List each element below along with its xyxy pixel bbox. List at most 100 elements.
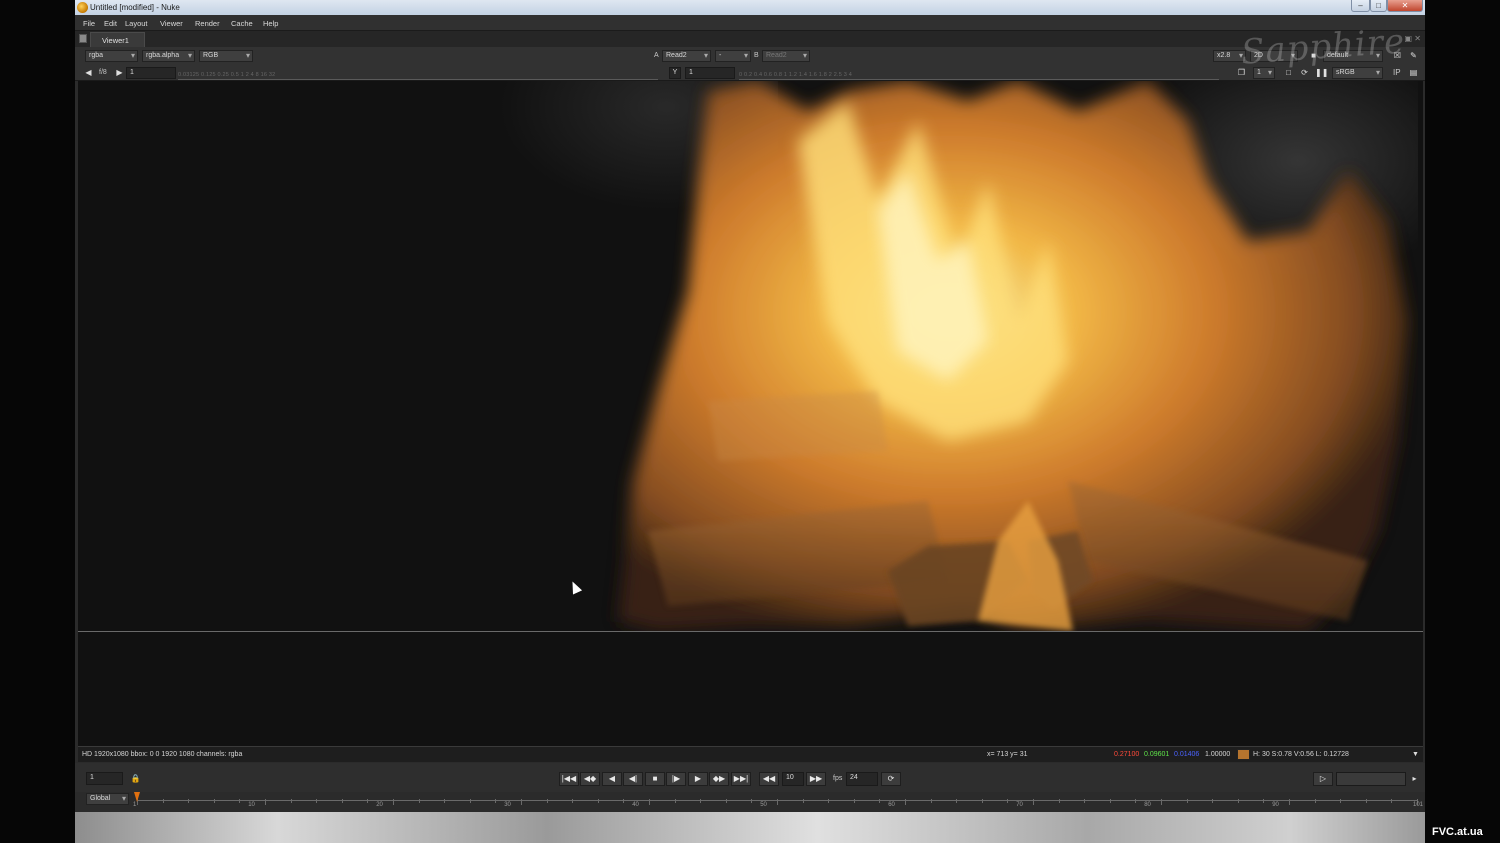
timeline-tick (1314, 799, 1316, 803)
timeline-tick (341, 799, 343, 803)
maximize-button[interactable]: □ (1370, 0, 1387, 12)
tab-viewer1[interactable]: Viewer1 (90, 32, 145, 47)
pixel-alpha-value: 1.00000 (1205, 751, 1231, 758)
info-expand-icon[interactable]: ▼ (1412, 751, 1419, 758)
input-b-label: B (754, 52, 759, 59)
pane-menu-icon[interactable] (79, 34, 87, 43)
skip-back-button[interactable]: ◀◀ (759, 772, 779, 786)
playback-range-field[interactable] (1336, 772, 1406, 786)
gamma-field[interactable]: 1 (685, 67, 735, 79)
flipbook-button[interactable]: ▷ (1313, 772, 1333, 786)
timeline-tick (700, 799, 702, 803)
menu-layout[interactable]: Layout (125, 19, 148, 28)
timeline-tick (597, 799, 599, 803)
menu-viewer[interactable]: Viewer (160, 19, 183, 28)
timeline-tick (1135, 799, 1137, 803)
next-keyframe-button[interactable]: ◆▶ (709, 772, 729, 786)
fire-render-image (618, 81, 1408, 631)
gain-field[interactable]: 1 (126, 67, 176, 79)
input-a-dropdown[interactable]: Read2 (662, 50, 711, 62)
last-frame-button[interactable]: ▶▶| (731, 772, 751, 786)
input-process-toggle[interactable]: IP (1393, 68, 1401, 77)
loop-mode-button[interactable]: ⟳ (881, 772, 901, 786)
pixel-hsvl-values: H: 30 S:0.78 V:0.56 L: 0.12728 (1253, 751, 1349, 758)
timeline-tick (572, 799, 574, 803)
timeline[interactable]: Global 1 10 20 30 40 50 60 70 80 90 101 (75, 792, 1425, 812)
menu-help[interactable]: Help (263, 19, 278, 28)
play-backward-button[interactable]: ◀| (623, 772, 643, 786)
timeline-tick (1161, 799, 1162, 805)
timeline-tick (290, 799, 292, 803)
menu-render[interactable]: Render (195, 19, 220, 28)
display-channels-dropdown[interactable]: RGB (199, 50, 253, 62)
next-frame-button[interactable]: ▶ (688, 772, 708, 786)
input-b-dropdown[interactable]: Read2 (762, 50, 810, 62)
fps-field[interactable]: 24 (846, 772, 878, 786)
frame-range-dropdown[interactable]: Global (86, 793, 129, 805)
refresh-icon[interactable]: ⟳ (1298, 67, 1311, 79)
menu-file[interactable]: File (83, 19, 95, 28)
timeline-tick (213, 799, 215, 803)
timeline-tick (879, 799, 881, 803)
overlay-stripes-icon[interactable]: ▤ (1407, 67, 1420, 79)
wipe-operation-dropdown[interactable]: - (715, 50, 751, 62)
menu-edit[interactable]: Edit (104, 19, 117, 28)
fstop-label: f/8 (99, 69, 107, 76)
frame-field[interactable]: 1 (86, 772, 123, 785)
timeline-tick (1058, 799, 1060, 803)
timeline-tick (469, 799, 471, 803)
timeline-label: 1 (133, 802, 137, 808)
window-title: Untitled [modified] - Nuke (90, 3, 180, 12)
pause-icon[interactable]: ❚❚ (1315, 67, 1328, 79)
timeline-tick (905, 799, 906, 805)
skip-forward-button[interactable]: ▶▶ (806, 772, 826, 786)
play-forward-button[interactable]: |▶ (666, 772, 686, 786)
prev-keyframe-button[interactable]: ◀◆ (580, 772, 600, 786)
timeline-tick (1109, 799, 1111, 803)
gamma-label: Y (669, 67, 681, 79)
lock-range-icon[interactable]: 🔒 (129, 773, 142, 785)
timeline-tick (751, 799, 753, 803)
channels-dropdown[interactable]: rgba (85, 50, 138, 62)
gain-slider[interactable]: 0.03125 0.125 0.25 0.5 1 2 4 8 16 32 (178, 72, 658, 80)
fps-label: fps (833, 775, 843, 782)
timeline-tick (521, 799, 522, 805)
timeline-tick (1263, 799, 1265, 803)
gain-decrease-icon[interactable]: ◀ (82, 67, 95, 79)
timeline-tick (444, 799, 446, 803)
timeline-label: 60 (888, 802, 895, 808)
viewer-canvas[interactable] (78, 81, 1423, 631)
timeline-tick (239, 799, 241, 803)
title-bar: Untitled [modified] - Nuke – □ ✕ (75, 0, 1425, 15)
pixel-red-value: 0.27100 (1114, 751, 1140, 758)
close-button[interactable]: ✕ (1387, 0, 1423, 12)
first-frame-button[interactable]: |◀◀ (559, 772, 579, 786)
timeline-tick (1007, 799, 1009, 803)
timeline-tick (1237, 799, 1239, 803)
timeline-tick (1391, 799, 1393, 803)
prev-frame-button[interactable]: ◀ (602, 772, 622, 786)
region-of-interest-icon[interactable]: ✎ (1407, 50, 1420, 62)
timeline-tick (265, 799, 266, 805)
menu-cache[interactable]: Cache (231, 19, 253, 28)
frame-increment-field[interactable]: 10 (782, 772, 804, 786)
nuke-window: Untitled [modified] - Nuke – □ ✕ File Ed… (75, 0, 1425, 812)
nuke-app-icon (77, 2, 88, 13)
minimize-button[interactable]: – (1351, 0, 1370, 12)
timeline-tick (1033, 799, 1034, 805)
timeline-label: 20 (376, 802, 383, 808)
viewer-empty-area[interactable] (78, 632, 1423, 746)
pixel-color-swatch (1237, 749, 1250, 760)
gain-increase-icon[interactable]: ▶ (113, 67, 126, 79)
pane-float-close-icons[interactable]: ▣ ✕ (1405, 34, 1421, 43)
timeline-settings-icon[interactable]: ▸ (1408, 773, 1421, 785)
alpha-channel-dropdown[interactable]: rgba.alpha (142, 50, 195, 62)
gamma-slider[interactable]: 0 0.2 0.4 0.6 0.8 1 1.2 1.4 1.6 1.8 2 2.… (739, 72, 1219, 80)
timeline-tick (1084, 799, 1086, 803)
timeline-tick (777, 799, 778, 805)
stop-button[interactable]: ■ (645, 772, 665, 786)
timeline-tick (674, 799, 676, 803)
colorspace-dropdown[interactable]: sRGB (1332, 67, 1383, 79)
timeline-tick (956, 799, 958, 803)
timeline-label: 90 (1272, 802, 1279, 808)
